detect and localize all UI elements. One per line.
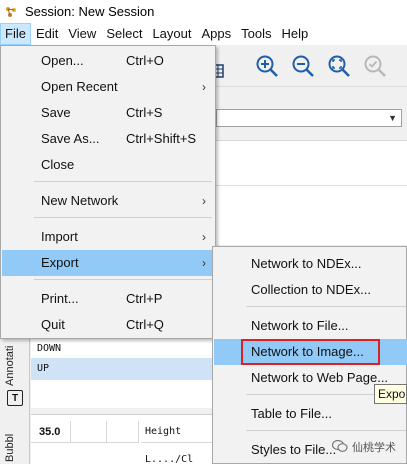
- menu-item-print[interactable]: Print... Ctrl+P: [2, 286, 214, 312]
- menu-item-quit[interactable]: Quit Ctrl+Q: [2, 312, 214, 338]
- menu-separator: [34, 181, 212, 182]
- watermark: 仙桃学术: [331, 437, 396, 457]
- menu-item-label: Save: [41, 105, 71, 120]
- table-cell-value[interactable]: 35.0: [31, 421, 71, 443]
- menu-item-label: New Network: [41, 193, 119, 208]
- annotation-list: DOWN UP: [31, 338, 231, 408]
- style-table: 35.0 Height L..../Cl: [31, 414, 231, 464]
- wechat-icon: [331, 439, 348, 456]
- menu-item-label: Print...: [41, 291, 79, 306]
- submenu-item-label: Network to File...: [251, 318, 349, 333]
- divider: [216, 185, 407, 186]
- menu-layout[interactable]: Layout: [147, 23, 196, 45]
- submenu-network-to-file[interactable]: Network to File...: [214, 313, 407, 339]
- menu-item-label: Open...: [41, 53, 84, 68]
- tab-annotation[interactable]: Annotati: [4, 346, 16, 386]
- menu-item-label: Save As...: [41, 131, 100, 146]
- menu-tools[interactable]: Tools: [236, 23, 276, 45]
- menu-item-label: Import: [41, 229, 78, 244]
- highlight-outline: [241, 339, 380, 365]
- menu-apps[interactable]: Apps: [197, 23, 237, 45]
- zoom-selected-icon[interactable]: [362, 53, 388, 79]
- menu-item-import[interactable]: Import ›: [2, 224, 214, 250]
- list-item[interactable]: DOWN: [31, 338, 231, 360]
- zoom-out-icon[interactable]: [290, 53, 316, 79]
- menu-edit[interactable]: Edit: [31, 23, 63, 45]
- menu-item-shortcut: Ctrl+Q: [126, 317, 164, 332]
- menu-view[interactable]: View: [63, 23, 101, 45]
- chevron-down-icon: ▼: [388, 113, 397, 123]
- menu-item-shortcut: Ctrl+P: [126, 291, 163, 306]
- menu-item-label: Open Recent: [41, 79, 118, 94]
- menu-separator: [246, 306, 406, 307]
- menu-help[interactable]: Help: [277, 23, 314, 45]
- text-annotation-icon[interactable]: T: [7, 390, 23, 406]
- submenu-collection-to-ndex[interactable]: Collection to NDEx...: [214, 277, 407, 303]
- menu-item-label: Export: [41, 255, 79, 270]
- menu-item-label: Close: [41, 157, 75, 172]
- list-item-selected[interactable]: UP: [31, 358, 231, 380]
- submenu-item-label: Styles to File...: [251, 442, 337, 457]
- tooltip: Expo: [374, 384, 407, 404]
- file-menu: Open... Ctrl+O Open Recent › Save Ctrl+S…: [0, 45, 216, 339]
- menu-item-close[interactable]: Close: [2, 152, 214, 178]
- menu-select[interactable]: Select: [101, 23, 147, 45]
- submenu-network-to-ndex[interactable]: Network to NDEx...: [214, 251, 407, 277]
- menu-separator: [34, 279, 212, 280]
- menu-item-export[interactable]: Export ›: [2, 250, 214, 276]
- chevron-right-icon: ›: [202, 194, 206, 208]
- submenu-item-label: Network to Web Page...: [251, 370, 389, 385]
- menu-item-shortcut: Ctrl+O: [126, 53, 164, 68]
- menu-separator: [246, 430, 406, 431]
- chevron-right-icon: ›: [202, 230, 206, 244]
- tab-bubble[interactable]: Bubbl: [4, 434, 16, 462]
- table-cell[interactable]: [71, 421, 107, 443]
- menu-item-open-recent[interactable]: Open Recent ›: [2, 74, 214, 100]
- chevron-right-icon: ›: [202, 80, 206, 94]
- menu-item-shortcut: Ctrl+Shift+S: [126, 131, 197, 146]
- menu-item-save-as[interactable]: Save As... Ctrl+Shift+S: [2, 126, 214, 152]
- watermark-text: 仙桃学术: [352, 442, 396, 454]
- menu-item-shortcut: Ctrl+S: [126, 105, 163, 120]
- chevron-right-icon: ›: [202, 256, 206, 270]
- export-submenu: Network to NDEx... Collection to NDEx...…: [212, 246, 407, 464]
- submenu-item-label: Collection to NDEx...: [251, 282, 371, 297]
- window-title: Session: New Session: [25, 4, 155, 19]
- control-panel-area: [216, 140, 407, 245]
- cytoscape-app-icon: [3, 4, 19, 20]
- submenu-item-label: Table to File...: [251, 406, 332, 421]
- table-cell[interactable]: [107, 421, 139, 443]
- menu-item-label: Quit: [41, 317, 65, 332]
- submenu-table-to-file[interactable]: Table to File...: [214, 401, 407, 427]
- menu-separator: [34, 217, 212, 218]
- submenu-item-label: Network to NDEx...: [251, 256, 362, 271]
- zoom-fit-icon[interactable]: [326, 53, 352, 79]
- style-dropdown[interactable]: ▼: [216, 109, 402, 127]
- menu-item-open[interactable]: Open... Ctrl+O: [2, 48, 214, 74]
- menu-bar: File Edit View Select Layout Apps Tools …: [0, 23, 407, 45]
- menu-item-save[interactable]: Save Ctrl+S: [2, 100, 214, 126]
- menu-file[interactable]: File: [0, 23, 31, 45]
- title-bar: Session: New Session: [0, 0, 407, 23]
- zoom-in-icon[interactable]: [254, 53, 280, 79]
- menu-item-new-network[interactable]: New Network ›: [2, 188, 214, 214]
